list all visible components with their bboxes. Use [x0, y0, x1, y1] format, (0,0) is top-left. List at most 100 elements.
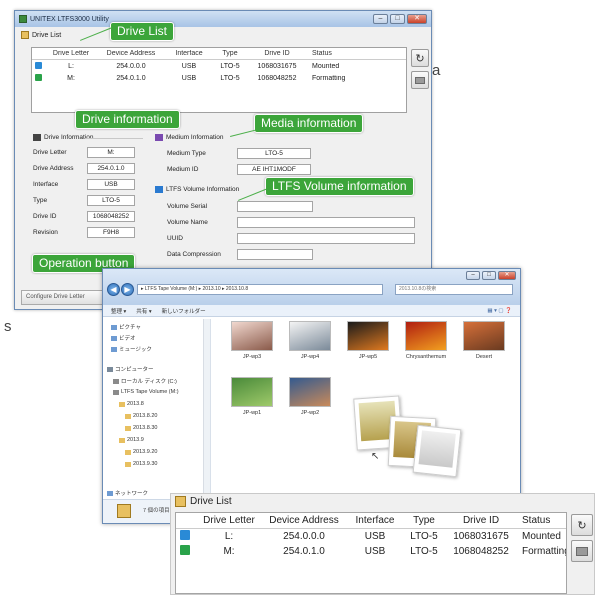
file-thumbnail[interactable] [289, 377, 331, 407]
tree-item-label: 2013.9 [127, 437, 144, 443]
label-uuid: UUID [167, 235, 183, 242]
tree-item[interactable]: ビデオ [111, 334, 136, 342]
col-drive-id[interactable]: Drive ID [248, 50, 306, 57]
cell-letter: L: [224, 531, 234, 542]
col-status[interactable]: Status [516, 515, 566, 526]
tree-item[interactable]: 2013.8.30 [125, 425, 157, 431]
drive-list-tab[interactable]: Drive List [21, 31, 61, 39]
tree-item[interactable]: 2013.9.30 [125, 461, 157, 467]
drive-action-button[interactable] [571, 540, 593, 562]
tree-item[interactable]: 2013.8.20 [125, 413, 157, 419]
close-button[interactable]: ✕ [407, 14, 427, 24]
tree-item[interactable]: コンピューター [107, 365, 154, 373]
refresh-button[interactable]: ↻ [571, 514, 593, 536]
col-device-address[interactable]: Device Address [260, 515, 348, 526]
file-name: JP-wp3 [242, 354, 262, 360]
address-bar[interactable]: ▸ LTFS Tape Volume (M:) ▸ 2013.10 ▸ 2013… [137, 284, 383, 295]
cell-address: 254.0.1.0 [116, 74, 146, 82]
tree-item[interactable]: ピクチャ [111, 323, 141, 331]
cell-letter: M: [67, 74, 75, 82]
callout-media-information: Media information [254, 114, 364, 133]
drive-list-icon [175, 496, 186, 507]
minimize-button[interactable]: – [373, 14, 388, 24]
label-drive-id: Drive ID [33, 213, 57, 220]
new-folder-button[interactable]: 新しいフォルダー [162, 307, 206, 315]
value-drive-letter: M: [87, 147, 135, 158]
tree-item-label: ビデオ [119, 336, 136, 342]
folder-icon [125, 461, 131, 467]
ltfs-info-icon [155, 186, 163, 193]
tree-item[interactable]: 2013.9.20 [125, 449, 157, 455]
file-thumbnail[interactable] [231, 321, 273, 351]
file-name: JP-wp4 [300, 354, 320, 360]
tree-item[interactable]: LTFS Tape Volume (M:) [113, 389, 179, 395]
col-device-address[interactable]: Device Address [96, 50, 166, 57]
tree-item-label: 2013.9.20 [133, 449, 158, 455]
tree-item[interactable]: ミュージック [111, 345, 152, 353]
view-options-icon[interactable]: ▦ ▾ ▢ ❓ [487, 308, 512, 314]
tree-item-label: ピクチャ [119, 325, 141, 331]
drive-list-tab-label: Drive List [32, 31, 62, 39]
zoom-drive-list-tab[interactable]: Drive List [175, 496, 232, 507]
folder-icon [107, 366, 113, 372]
col-status[interactable]: Status [306, 50, 366, 57]
tree-item[interactable]: ローカル ディスク (C:) [113, 377, 177, 385]
table-row[interactable]: L: 254.0.0.0 USB LTO-5 1068031675 Mounte… [32, 60, 406, 72]
medium-info-title: Medium Information [155, 134, 223, 141]
maximize-button[interactable]: □ [482, 271, 496, 280]
col-interface[interactable]: Interface [166, 50, 212, 57]
maximize-button[interactable]: □ [390, 14, 405, 24]
col-drive-letter[interactable]: Drive Letter [198, 515, 260, 526]
table-row[interactable]: M: 254.0.1.0 USB LTO-5 1068048252 Format… [32, 72, 406, 84]
back-arrow-icon[interactable]: ◀ [107, 283, 120, 296]
cell-interface: USB [364, 546, 386, 557]
file-thumbnail[interactable] [405, 321, 447, 351]
minimize-button[interactable]: – [466, 271, 480, 280]
mounted-status-icon [180, 530, 190, 540]
forward-arrow-icon[interactable]: ▶ [121, 283, 134, 296]
label-drive-letter: Drive Letter [33, 149, 67, 156]
file-thumbnail[interactable] [347, 321, 389, 351]
label-interface: Interface [33, 181, 59, 188]
explorer-titlebar[interactable]: – □ ✕ ◀ ▶ ▸ LTFS Tape Volume (M:) ▸ 2013… [103, 269, 520, 305]
mounted-status-icon [35, 61, 42, 69]
configure-drive-letter-button[interactable]: Configure Drive Letter [21, 290, 105, 305]
cell-letter: L: [68, 62, 74, 70]
col-type[interactable]: Type [212, 50, 248, 57]
value-volume-name [237, 217, 415, 228]
col-type[interactable]: Type [402, 515, 446, 526]
col-drive-id[interactable]: Drive ID [446, 515, 516, 526]
tree-item[interactable]: 2013.8 [119, 401, 144, 407]
file-thumbnail[interactable] [231, 377, 273, 407]
utility-titlebar[interactable]: UNITEX LTFS3000 Utility – □ ✕ [15, 11, 431, 27]
share-button[interactable]: 共有 ▾ [136, 307, 151, 315]
tree-item[interactable]: 2013.9 [119, 437, 144, 443]
cell-address: 254.0.0.0 [116, 62, 146, 70]
tree-item-label: 2013.9.30 [133, 461, 158, 467]
explorer-toolbar: 整理 ▾ 共有 ▾ 新しいフォルダー ▦ ▾ ▢ ❓ [103, 305, 520, 317]
refresh-button[interactable]: ↻ [411, 49, 429, 67]
cell-interface: USB [181, 74, 197, 82]
col-interface[interactable]: Interface [348, 515, 402, 526]
col-drive-letter[interactable]: Drive Letter [46, 50, 96, 57]
tree-item-label: ネットワーク [115, 491, 149, 497]
zoom-table-header: Drive Letter Device Address Interface Ty… [176, 513, 566, 529]
cell-status: Formatting [522, 546, 566, 557]
tree-item[interactable]: ネットワーク [107, 489, 148, 497]
cell-type: LTO-5 [410, 546, 438, 557]
search-input[interactable]: 2013.10.8の検索 [395, 284, 513, 295]
cell-status: Mounted [312, 62, 340, 70]
tree-scrollbar[interactable] [203, 319, 210, 501]
file-thumbnail[interactable] [463, 321, 505, 351]
refresh-icon: ↻ [415, 52, 425, 65]
table-row[interactable]: L: 254.0.0.0 USB LTO-5 1068031675 Mounte… [176, 529, 566, 544]
file-thumbnail[interactable] [289, 321, 331, 351]
drive-action-button[interactable] [411, 71, 429, 89]
folder-icon [117, 504, 131, 518]
cell-status: Formatting [312, 74, 346, 82]
table-row[interactable]: M: 254.0.1.0 USB LTO-5 1068048252 Format… [176, 544, 566, 559]
label-volume-serial: Volume Serial [167, 203, 208, 210]
drive-icon [415, 76, 425, 84]
organize-button[interactable]: 整理 ▾ [111, 307, 126, 315]
close-button[interactable]: ✕ [498, 271, 516, 280]
